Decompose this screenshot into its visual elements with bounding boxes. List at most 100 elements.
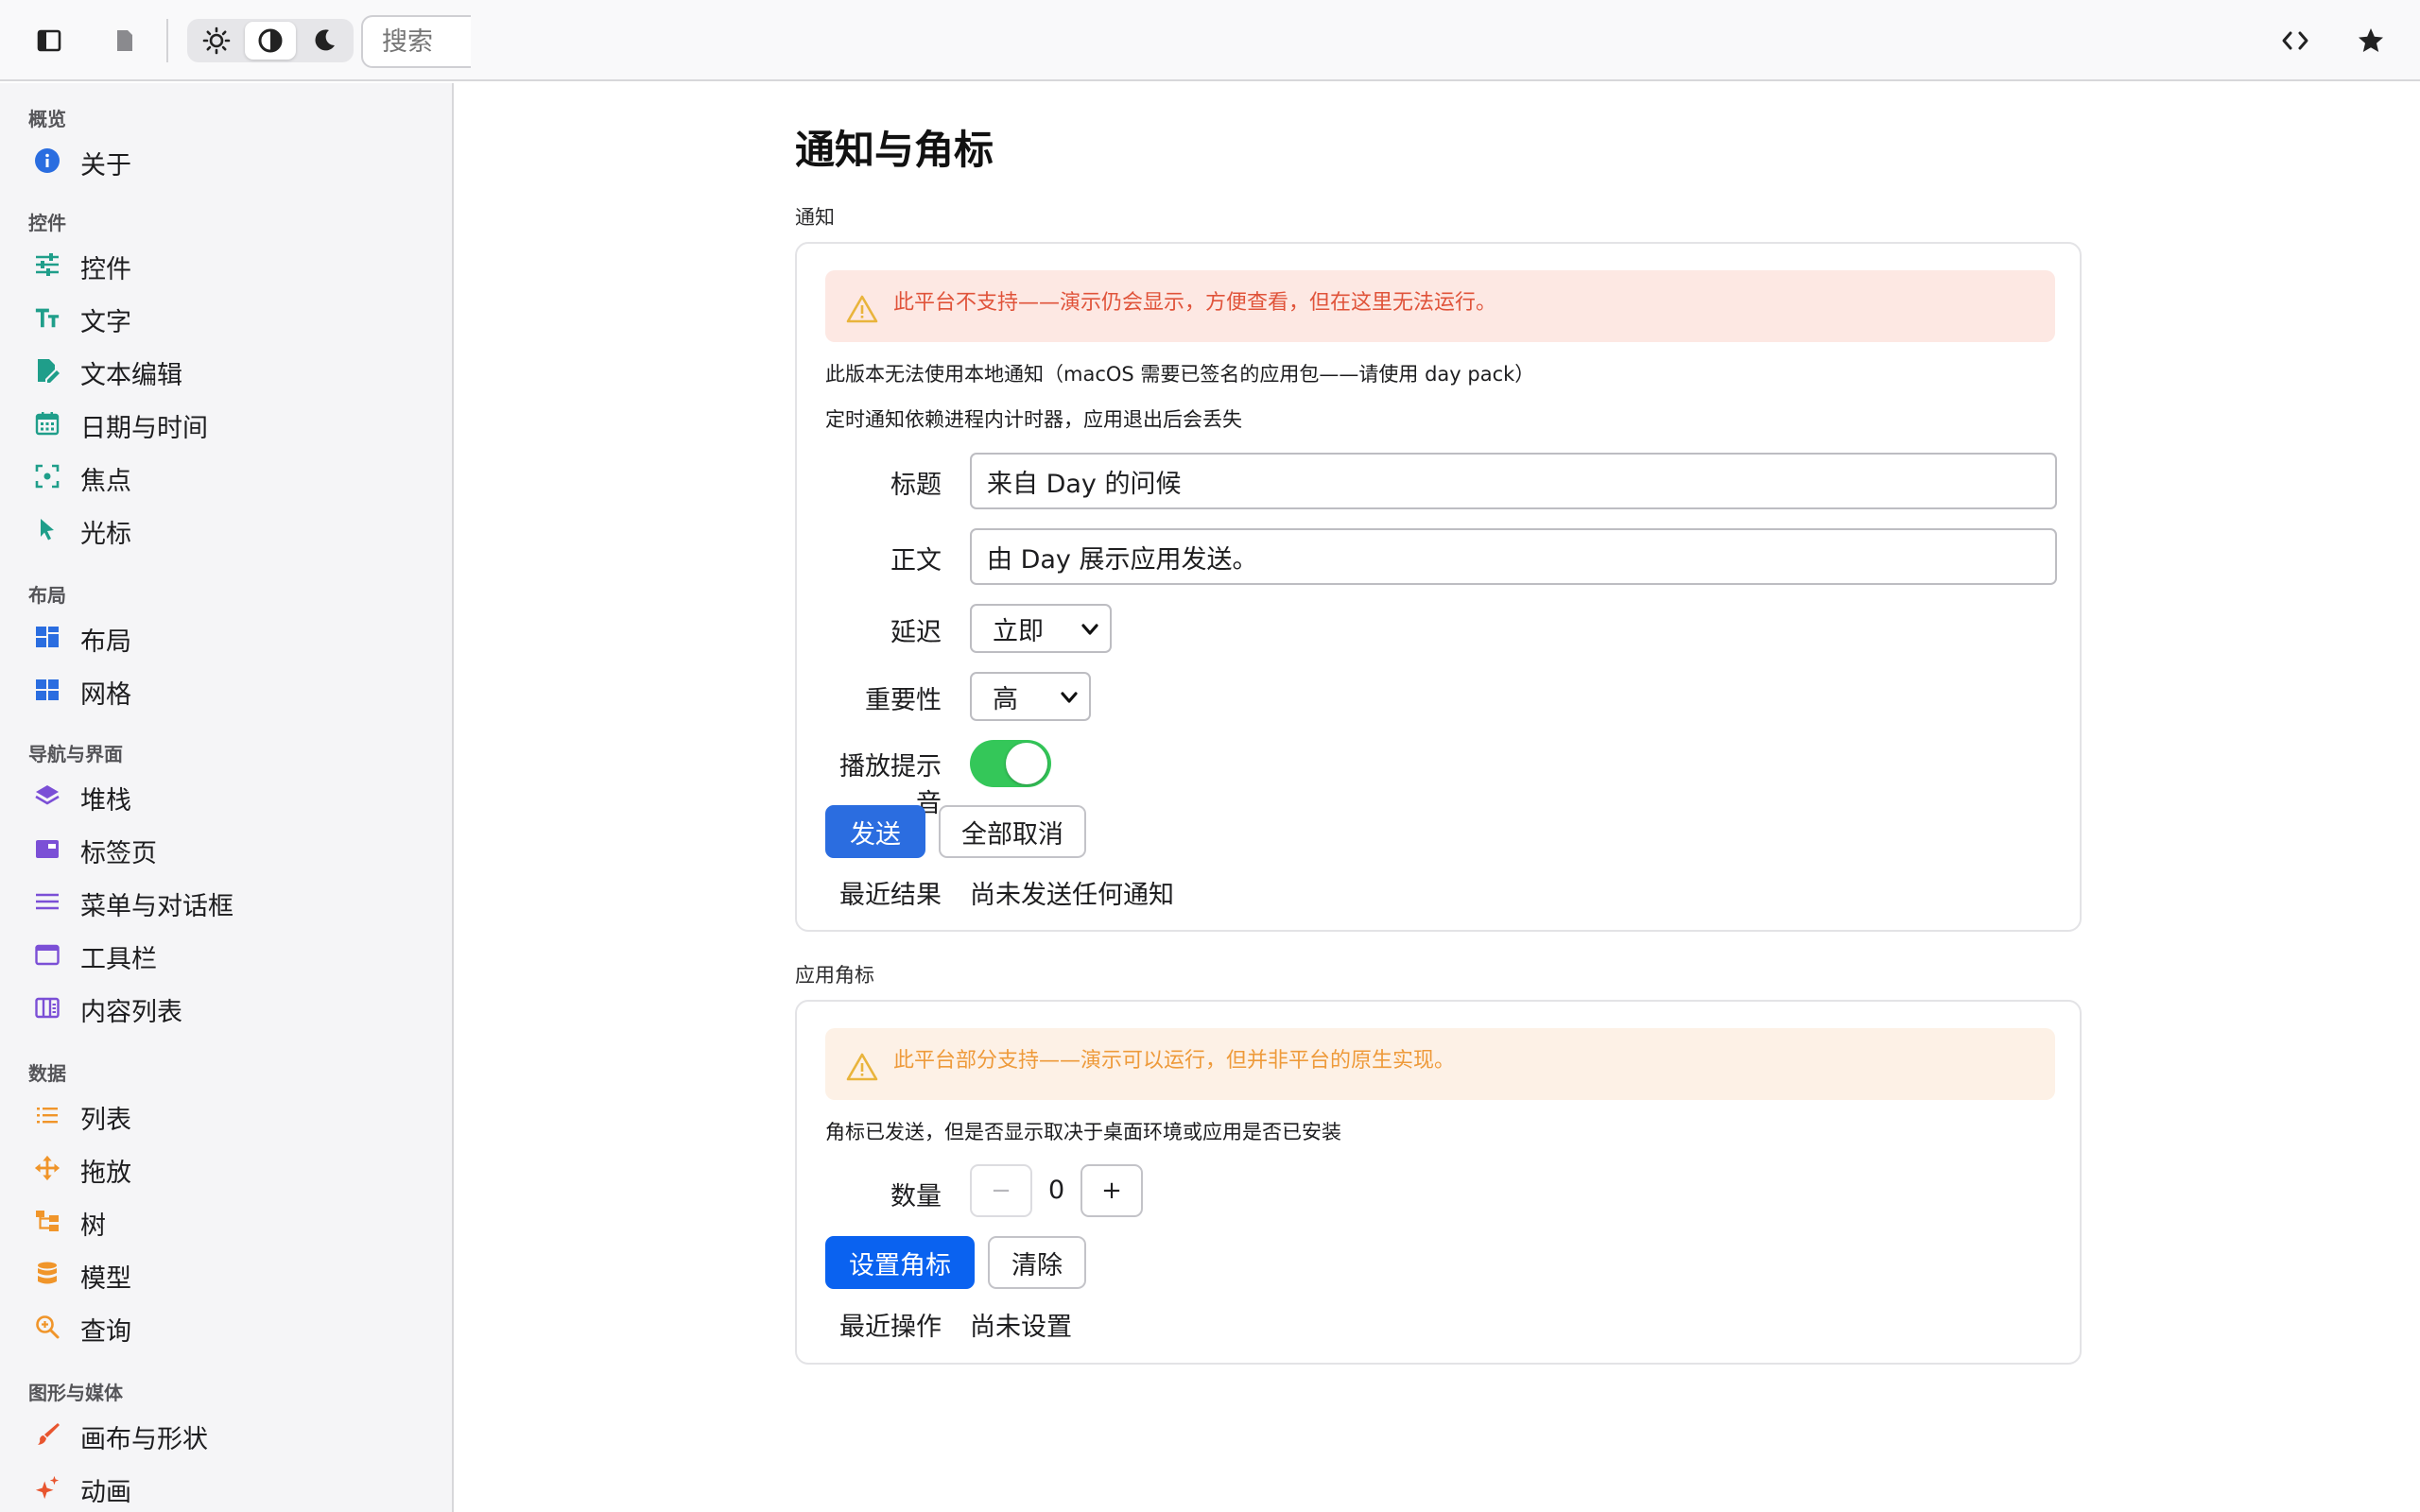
- tree-icon: [34, 1208, 60, 1234]
- sidebar-item-label: 菜单与对话框: [80, 892, 233, 921]
- sidebar-item-tabs[interactable]: 标签页: [0, 824, 452, 873]
- sidebar-item-label: 网格: [80, 680, 131, 710]
- contrast-icon: [258, 28, 283, 53]
- sidebar-item-label: 布局: [80, 627, 131, 657]
- toolbar: [0, 0, 2420, 81]
- sidebar-item-focus[interactable]: 焦点: [0, 452, 452, 501]
- sound-toggle[interactable]: [970, 740, 1051, 787]
- sidebar-item-list[interactable]: 列表: [0, 1091, 452, 1140]
- page-title: 通知与角标: [795, 127, 994, 173]
- move-icon: [34, 1155, 60, 1181]
- brush-icon: [34, 1421, 60, 1448]
- sidebar-item-text[interactable]: 文字: [0, 293, 452, 342]
- toolbar-icon: [34, 941, 60, 968]
- sidebar-item-label: 工具栏: [80, 945, 157, 974]
- set-badge-button[interactable]: 设置角标: [825, 1236, 975, 1289]
- menu-icon: [34, 888, 60, 915]
- theme-switcher: [187, 19, 354, 62]
- auto-theme-button[interactable]: [245, 22, 296, 60]
- list-icon: [34, 1102, 60, 1128]
- moon-icon: [315, 29, 335, 51]
- stack-icon: [34, 782, 60, 809]
- light-theme-button[interactable]: [191, 22, 242, 60]
- importance-select[interactable]: 高: [970, 672, 1091, 721]
- importance-value: 高: [993, 684, 1018, 714]
- sparkle-icon: [34, 1474, 60, 1501]
- sidebar: 概览 关于 控件 控件 文字 文本编辑 日期与时间 焦点 光标 布局 布局 网格…: [0, 83, 454, 1512]
- sidebar-item-label: 动画: [80, 1478, 131, 1507]
- sidebar-item-controls[interactable]: 控件: [0, 240, 452, 289]
- favorite-button[interactable]: [2346, 16, 2395, 65]
- sidebar-section-title: 图形与媒体: [28, 1382, 123, 1404]
- sidebar-item-tree[interactable]: 树: [0, 1196, 452, 1246]
- sidebar-item-label: 关于: [80, 151, 131, 180]
- sidebar-item-label: 模型: [80, 1264, 131, 1294]
- sidebar-item-drag-drop[interactable]: 拖放: [0, 1143, 452, 1193]
- sidebar-item-label: 文字: [80, 308, 131, 337]
- toggle-knob: [1006, 743, 1047, 784]
- sidebar-item-menus-dialogs[interactable]: 菜单与对话框: [0, 877, 452, 926]
- sidebar-item-model[interactable]: 模型: [0, 1249, 452, 1298]
- focus-icon: [34, 463, 60, 490]
- sidebar-item-label: 画布与形状: [80, 1425, 208, 1454]
- edit-document-icon: [34, 357, 60, 384]
- sidebar-item-label: 控件: [80, 255, 131, 284]
- sidebar-section-title: 数据: [28, 1062, 66, 1085]
- note-text: 此版本无法使用本地通知（macOS 需要已签名的应用包——请使用 day pac…: [825, 363, 1535, 386]
- search-input[interactable]: [361, 15, 471, 68]
- title-input[interactable]: 来自 Day 的问候: [970, 453, 2057, 509]
- body-label: 正文: [890, 546, 942, 576]
- count-label: 数量: [890, 1182, 942, 1211]
- warning-icon: [846, 295, 878, 323]
- sidebar-item-query[interactable]: 查询: [0, 1302, 452, 1351]
- send-button[interactable]: 发送: [825, 805, 925, 858]
- info-icon: [34, 147, 60, 174]
- last-result-value: 尚未发送任何通知: [970, 881, 1174, 910]
- warning-icon: [846, 1053, 878, 1081]
- badge-section-label: 应用角标: [795, 964, 874, 987]
- sidebar-item-grid[interactable]: 网格: [0, 665, 452, 714]
- sidebar-section-title: 控件: [28, 212, 66, 234]
- dark-theme-button[interactable]: [299, 22, 350, 60]
- sidebar-item-content-list[interactable]: 内容列表: [0, 983, 452, 1032]
- last-action-value: 尚未设置: [970, 1313, 1072, 1342]
- delay-label: 延迟: [890, 618, 942, 647]
- sidebar-item-label: 堆栈: [80, 786, 131, 816]
- text-size-icon: [34, 304, 60, 331]
- sidebar-item-animation[interactable]: 动画: [0, 1463, 452, 1512]
- banner-text: 此平台不支持——演示仍会显示，方便查看，但在这里无法运行。: [893, 291, 1497, 315]
- sidebar-item-canvas-shapes[interactable]: 画布与形状: [0, 1410, 452, 1459]
- sidebar-icon: [37, 29, 61, 52]
- grid-icon: [34, 677, 60, 703]
- sidebar-item-layout[interactable]: 布局: [0, 612, 452, 662]
- sidebar-item-cursor[interactable]: 光标: [0, 505, 452, 554]
- unsupported-banner: 此平台不支持——演示仍会显示，方便查看，但在这里无法运行。: [825, 270, 2055, 342]
- sidebar-item-stack[interactable]: 堆栈: [0, 771, 452, 820]
- sidebar-item-label: 光标: [80, 520, 131, 549]
- document-button[interactable]: [100, 16, 149, 65]
- increment-button[interactable]: +: [1080, 1164, 1143, 1217]
- sliders-icon: [34, 251, 60, 278]
- code-icon: [2282, 31, 2308, 50]
- decrement-button[interactable]: −: [970, 1164, 1032, 1217]
- clear-button[interactable]: 清除: [988, 1236, 1086, 1289]
- sidebar-item-date-time[interactable]: 日期与时间: [0, 399, 452, 448]
- sidebar-item-toolbar[interactable]: 工具栏: [0, 930, 452, 979]
- sidebar-item-about[interactable]: 关于: [0, 136, 452, 185]
- sidebar-item-text-editing[interactable]: 文本编辑: [0, 346, 452, 395]
- count-stepper: − 0 +: [970, 1164, 1159, 1217]
- sidebar-toggle-button[interactable]: [25, 16, 74, 65]
- badge-card: 此平台部分支持——演示可以运行，但并非平台的原生实现。 角标已发送，但是否显示取…: [795, 1000, 2082, 1365]
- delay-select[interactable]: 立即: [970, 604, 1112, 653]
- body-input[interactable]: 由 Day 展示应用发送。: [970, 528, 2057, 585]
- chevron-down-icon: [1081, 624, 1098, 635]
- toolbar-divider: [166, 19, 168, 62]
- note-text: 角标已发送，但是否显示取决于桌面环境或应用是否已安装: [825, 1121, 1341, 1143]
- cancel-all-button[interactable]: 全部取消: [939, 805, 1086, 858]
- document-icon: [117, 30, 132, 51]
- sidebar-item-label: 树: [80, 1211, 106, 1241]
- star-icon: [2359, 28, 2383, 52]
- view-source-button[interactable]: [2271, 16, 2320, 65]
- sidebar-section-title: 概览: [28, 108, 66, 130]
- last-action-label: 最近操作: [839, 1313, 942, 1342]
